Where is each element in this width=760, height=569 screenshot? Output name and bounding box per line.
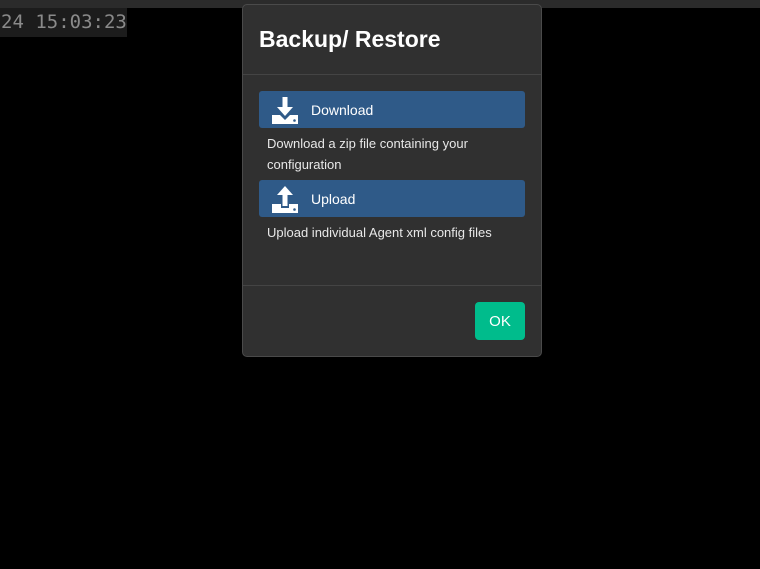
- dialog-body: Download Download a zip file containing …: [243, 75, 541, 286]
- timestamp-overlay: 24 15:03:23: [0, 8, 127, 37]
- upload-button[interactable]: Upload: [259, 180, 525, 217]
- ok-button[interactable]: OK: [475, 302, 525, 340]
- dialog-footer: OK: [243, 286, 541, 356]
- backup-restore-dialog: Backup/ Restore Download Download a zip …: [242, 4, 542, 357]
- download-button-label: Download: [311, 101, 374, 118]
- upload-icon: [270, 184, 300, 214]
- upload-button-label: Upload: [311, 190, 356, 207]
- dialog-header: Backup/ Restore: [243, 5, 541, 75]
- download-button[interactable]: Download: [259, 91, 525, 128]
- download-icon: [270, 95, 300, 125]
- upload-description: Upload individual Agent xml config files: [267, 225, 492, 240]
- dialog-title: Backup/ Restore: [259, 26, 441, 52]
- download-description: Download a zip file containing your conf…: [267, 136, 468, 172]
